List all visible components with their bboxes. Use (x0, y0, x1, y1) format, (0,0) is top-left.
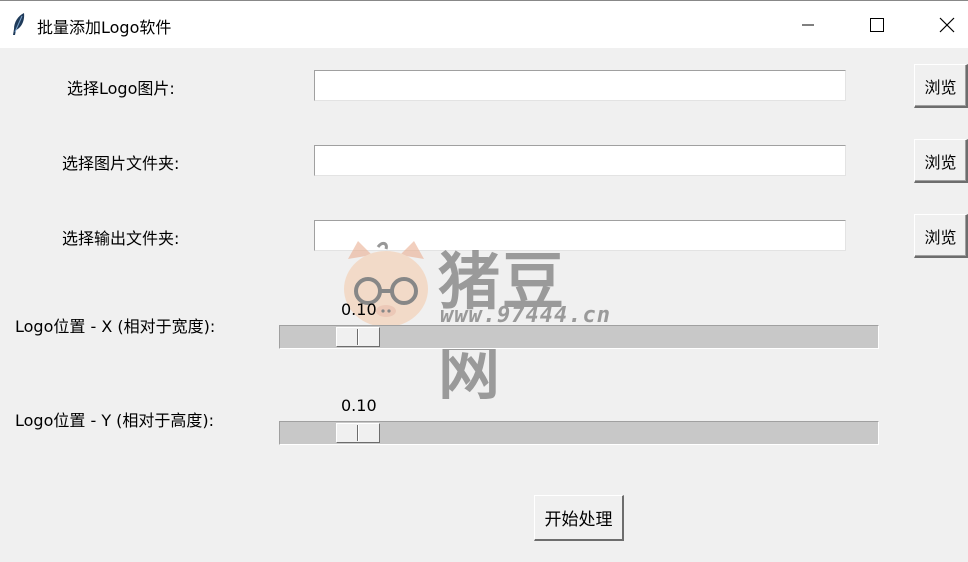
feather-icon (10, 12, 28, 36)
logo-image-input[interactable] (314, 70, 846, 101)
window-title: 批量添加Logo软件 (37, 18, 172, 37)
image-folder-input[interactable] (314, 145, 846, 176)
x-position-value: 0.10 (341, 300, 377, 319)
watermark-title: 猪豆网 (438, 245, 567, 408)
app-window: 批量添加Logo软件 选择Logo图片: 浏览 选择图片文件夹: 浏览 选择输出… (0, 0, 968, 562)
title-bar: 批量添加Logo软件 (0, 1, 968, 48)
browse-image-folder-button[interactable]: 浏览 (914, 139, 968, 183)
output-folder-input[interactable] (314, 220, 846, 251)
y-position-slider-handle[interactable] (336, 423, 380, 443)
browse-output-folder-button[interactable]: 浏览 (914, 214, 968, 258)
minimize-icon (802, 24, 814, 25)
image-folder-label: 选择图片文件夹: (62, 154, 180, 173)
maximize-icon (870, 17, 884, 32)
y-position-label: Logo位置 - Y (相对于高度): (15, 411, 215, 430)
x-position-label: Logo位置 - X (相对于宽度): (15, 317, 216, 336)
close-icon (939, 17, 955, 32)
maximize-button[interactable] (842, 1, 912, 48)
output-folder-label: 选择输出文件夹: (62, 229, 180, 248)
y-position-value: 0.10 (341, 396, 377, 415)
logo-image-label: 选择Logo图片: (67, 79, 175, 98)
x-position-slider-handle[interactable] (336, 327, 380, 347)
site-watermark: 猪豆网 www.97444.cn (338, 239, 628, 408)
close-button[interactable] (912, 1, 968, 48)
x-position-slider[interactable] (279, 325, 879, 349)
browse-logo-button[interactable]: 浏览 (914, 64, 968, 108)
y-position-slider[interactable] (279, 421, 879, 445)
minimize-button[interactable] (773, 1, 843, 48)
start-processing-button[interactable]: 开始处理 (534, 495, 624, 541)
